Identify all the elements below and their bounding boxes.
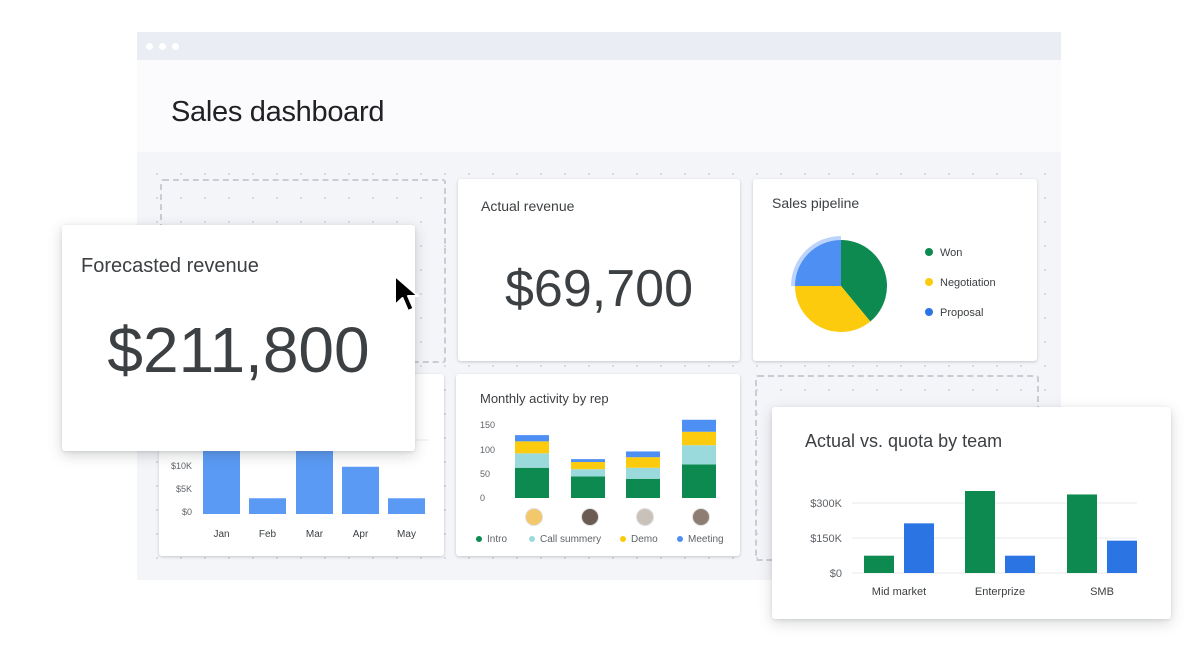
pie-slice-proposal [795,240,841,286]
stacked-bar-segment [626,467,660,479]
bar-may [388,498,425,514]
bar-quota [1107,540,1137,573]
bar-quota [904,523,934,573]
legend-label: Intro [487,534,508,545]
x-tick-label: Mar [306,529,324,540]
bar-actual [864,555,894,573]
legend-label: Won [940,247,963,259]
stacked-bar-segment [682,431,716,446]
window-dot-icon [159,43,166,50]
legend-negotiation: Negotiation [925,277,996,289]
card-title: Sales pipeline [772,195,860,211]
stacked-bar-segment [571,462,605,470]
stacked-bar-segment [626,451,660,458]
forecasted-revenue-value: $211,800 [107,314,370,386]
stacked-bar-segment [682,419,716,432]
bar-quota [1005,555,1035,573]
legend-dot-icon [677,536,683,542]
bar-jan [203,442,240,514]
rep-avatar [636,508,654,526]
y-tick-label: $10K [171,461,192,471]
forecasted-revenue-card[interactable]: Forecasted revenue $211,800 [62,225,415,451]
monthly-activity-chart: 0 50 100 150 [480,419,716,503]
legend-label: Meeting [688,534,724,545]
legend-label: Demo [631,534,658,545]
sales-pipeline-pie [791,236,887,332]
bar-actual [965,491,995,573]
legend-meeting: Meeting [677,534,724,545]
page-title: Sales dashboard [171,96,385,128]
legend-label: Call summery [540,534,602,545]
y-tick-label: 150 [480,420,495,430]
stacked-bar-segment [626,457,660,468]
x-tick-label: Mid market [872,586,926,598]
legend-dot-icon [925,278,933,286]
x-tick-label: Feb [259,529,277,540]
y-tick-label: $0 [830,568,842,580]
monthly-activity-card[interactable]: Monthly activity by rep 0 50 100 150 Intro … [456,374,740,556]
legend-demo: Demo [620,534,658,545]
card-title: Actual revenue [481,198,575,214]
legend-dot-icon [476,536,482,542]
y-tick-label: $300K [810,498,842,510]
x-tick-label: SMB [1090,586,1114,598]
card-title: Forecasted revenue [81,255,259,277]
mouse-pointer-icon [394,275,419,312]
stacked-bar-segment [626,478,660,498]
stacked-bar-segment [571,469,605,477]
legend-won: Won [925,247,962,259]
stacked-bar-segment [682,464,716,498]
x-tick-label: Enterprize [975,586,1025,598]
stacked-bar-segment [515,467,549,498]
sales-pipeline-card[interactable]: Sales pipeline Won Negotiation Proposal [753,179,1037,361]
rep-avatar [581,508,599,526]
rep-avatar [692,508,710,526]
legend-dot-icon [925,248,933,256]
legend-dot-icon [529,536,535,542]
x-tick-label: Apr [353,529,369,540]
stacked-bar-segment [515,441,549,454]
actual-revenue-card[interactable]: Actual revenue $69,700 [458,179,740,361]
legend-proposal: Proposal [925,307,983,319]
legend-label: Proposal [940,307,984,319]
y-tick-label: $150K [810,533,842,545]
stacked-bar-segment [682,445,716,465]
window-dot-icon [146,43,153,50]
legend-dot-icon [925,308,933,316]
stacked-bar-segment [515,453,549,468]
card-title: Actual vs. quota by team [805,431,1003,451]
bar-actual [1067,494,1097,573]
y-tick-label: 50 [480,469,490,479]
x-tick-label: May [397,529,416,540]
window-titlebar [137,32,1061,60]
legend-label: Negotiation [940,277,996,289]
y-tick-label: $5K [176,484,192,494]
actual-vs-quota-card[interactable]: Actual vs. quota by team $0 $150K $300K Mid… [772,407,1171,619]
window-dot-icon [172,43,179,50]
y-tick-label: $0 [182,507,192,517]
legend-dot-icon [620,536,626,542]
legend-intro: Intro [476,534,507,545]
card-title: Monthly activity by rep [480,391,609,406]
y-tick-label: 0 [480,493,485,503]
stacked-bar-segment [515,435,549,442]
x-tick-label: Jan [213,529,229,540]
legend-call-summery: Call summery [529,534,601,545]
bar-apr [342,466,379,514]
stacked-bar-segment [571,459,605,462]
rep-avatar [525,508,543,526]
stacked-bar-segment [571,476,605,498]
y-tick-label: 100 [480,445,495,455]
actual-revenue-value: $69,700 [505,260,693,318]
bar-feb [249,498,286,514]
bar-mar [296,442,333,514]
